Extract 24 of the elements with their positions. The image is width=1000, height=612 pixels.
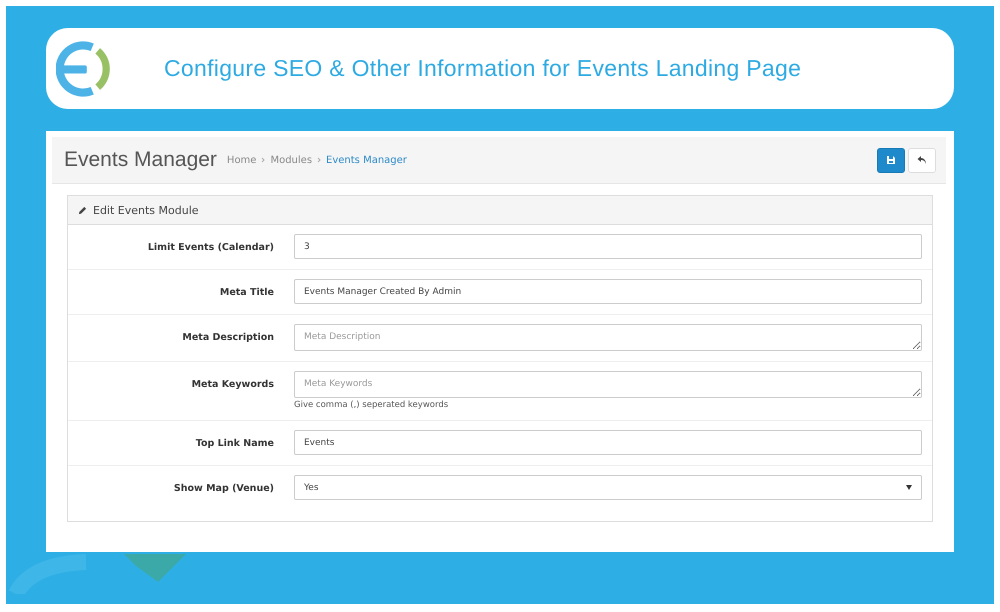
- reply-arrow-icon: [917, 155, 927, 165]
- input-field[interactable]: 3: [294, 234, 922, 259]
- input-field[interactable]: Events Manager Created By Admin: [294, 279, 922, 304]
- input-field[interactable]: Events: [294, 430, 922, 455]
- field-label: Meta Title: [218, 286, 274, 298]
- field-label: Show Map (Venue): [172, 482, 274, 494]
- panel-title: Edit Events Module: [93, 204, 199, 216]
- field-label: Meta Description: [181, 331, 274, 343]
- back-button[interactable]: [908, 148, 936, 172]
- text-area[interactable]: Meta Keywords: [294, 371, 922, 398]
- caret-icon: [906, 485, 912, 490]
- field-label: Top Link Name: [194, 437, 274, 449]
- breadcrumb-separator-icon: [261, 157, 266, 163]
- page-title: Events Manager: [64, 148, 217, 172]
- text-area[interactable]: Meta Description: [294, 324, 922, 351]
- breadcrumb-separator-icon: [317, 157, 322, 163]
- banner-title: Configure SEO & Other Information for Events Landing Page: [164, 55, 802, 82]
- save-icon: [886, 155, 896, 165]
- save-button[interactable]: [877, 148, 905, 172]
- field-label: Limit Events (Calendar): [146, 241, 274, 253]
- dropdown[interactable]: Yes: [294, 475, 922, 500]
- field-label: Meta Keywords: [190, 378, 274, 390]
- pencil-icon: [78, 206, 87, 214]
- help-text: Give comma (,) seperated keywords: [294, 400, 450, 410]
